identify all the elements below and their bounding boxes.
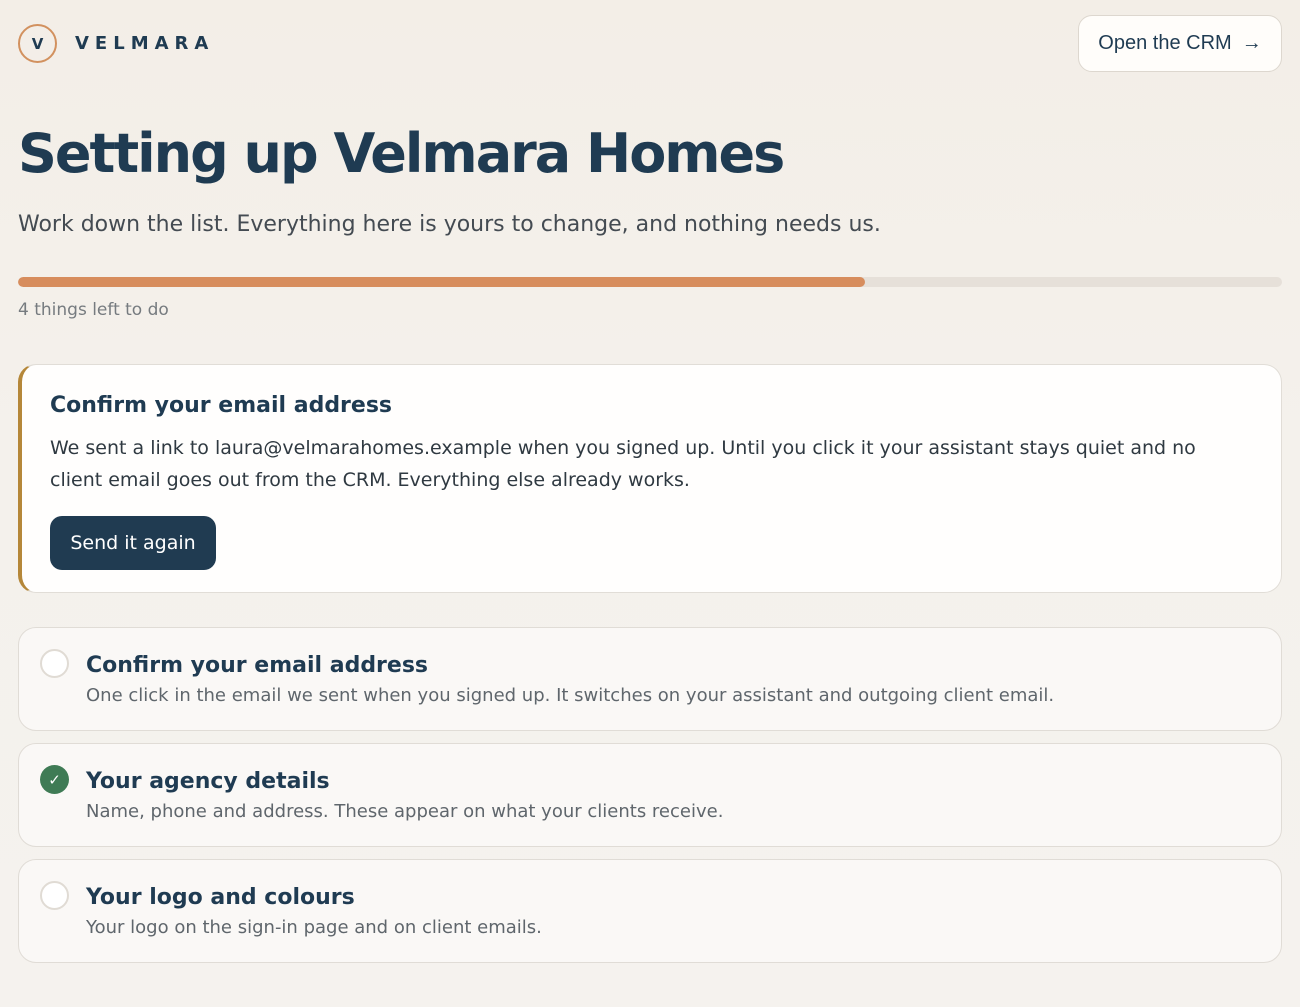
progress-fill [18, 277, 865, 287]
progress-track [18, 277, 1282, 287]
callout-body: We sent a link to laura@velmarahomes.exa… [50, 437, 1196, 491]
page-title: Setting up Velmara Homes [18, 122, 785, 185]
task-title: Your logo and colours [86, 885, 355, 910]
arrow-right-icon: → [1241, 32, 1262, 54]
brand-logo-mark: V [18, 24, 57, 63]
callout-title: Confirm your email address [50, 393, 393, 418]
open-crm-button[interactable]: Open the CRM → [1078, 15, 1282, 72]
send-it-again-button[interactable]: Send it again [50, 516, 216, 570]
task-description: One click in the email we sent when you … [86, 685, 1055, 706]
empty-circle-icon[interactable] [40, 649, 69, 678]
task-logo-colours[interactable]: Your logo and colours Your logo on the s… [18, 859, 1282, 963]
task-description: Your logo on the sign-in page and on cli… [86, 917, 542, 938]
task-agency-details[interactable]: ✓ Your agency details Name, phone and ad… [18, 743, 1282, 847]
top-header: V VELMARA Open the CRM → [18, 15, 1282, 72]
brand-name: VELMARA [75, 33, 215, 54]
page-subtitle: Work down the list. Everything here is y… [18, 212, 881, 237]
email-confirmation-callout: Confirm your email address We sent a lin… [18, 364, 1282, 593]
open-crm-label: Open the CRM [1098, 32, 1232, 54]
task-title: Confirm your email address [86, 653, 429, 678]
task-confirm-email[interactable]: Confirm your email address One click in … [18, 627, 1282, 731]
empty-circle-icon[interactable] [40, 881, 69, 910]
check-icon[interactable]: ✓ [40, 765, 69, 794]
setup-task-list: Confirm your email address One click in … [18, 627, 1282, 975]
task-title: Your agency details [86, 769, 330, 794]
brand: V VELMARA [18, 24, 214, 63]
progress-remaining-text: 4 things left to do [18, 300, 169, 320]
task-description: Name, phone and address. These appear on… [86, 801, 724, 822]
